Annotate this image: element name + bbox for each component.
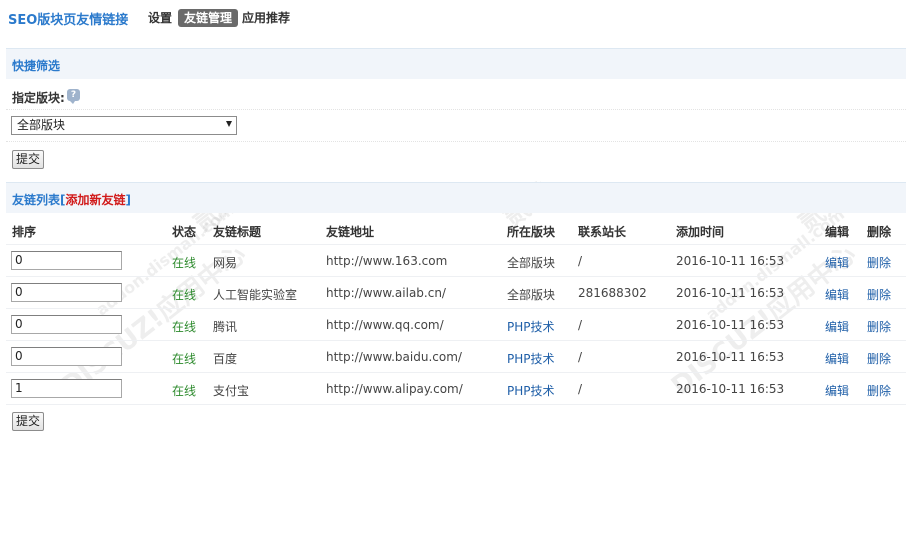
order-input[interactable]: 0 (11, 315, 122, 334)
link-url: http://www.qq.com/ (326, 318, 444, 332)
column-header-contact: 联系站长 (578, 225, 627, 239)
divider (6, 109, 906, 110)
edit-link[interactable]: 编辑 (825, 286, 849, 303)
quick-filter-title: 快捷筛选 (12, 59, 61, 73)
divider (6, 141, 906, 142)
top-bar: SEO版块页友情链接 设置 友链管理 应用推荐 (0, 0, 910, 36)
added-time: 2016-10-11 16:53 (676, 318, 785, 332)
edit-link[interactable]: 编辑 (825, 318, 849, 335)
contact: / (578, 382, 583, 396)
add-new-link-button[interactable]: 添加新友链 (66, 193, 126, 207)
order-input[interactable]: 1 (11, 379, 122, 398)
added-time: 2016-10-11 16:53 (676, 382, 785, 396)
nav-tab-settings[interactable]: 设置 (148, 10, 172, 27)
forum-link[interactable]: PHP技术 (507, 382, 555, 399)
table-row: 1 在线 支付宝 http://www.alipay.com/ PHP技术 / … (6, 373, 906, 405)
quick-filter-header: 快捷筛选 (6, 48, 906, 79)
help-bubble-icon[interactable]: ? (67, 89, 80, 104)
bracket-close: ] (125, 193, 131, 207)
contact: / (578, 350, 583, 364)
order-input[interactable]: 0 (11, 251, 122, 270)
status-text: 在线 (172, 256, 197, 270)
forum-name: 全部版块 (507, 256, 556, 270)
table-row: 0 在线 人工智能实验室 http://www.ailab.cn/ 全部版块 2… (6, 277, 906, 309)
forum-select-value: 全部版块 (17, 118, 66, 132)
forum-link[interactable]: PHP技术 (507, 350, 555, 367)
column-header-edit: 编辑 (825, 225, 850, 239)
list-submit-button[interactable]: 提交 (12, 412, 44, 431)
table-row: 0 在线 腾讯 http://www.qq.com/ PHP技术 / 2016-… (6, 309, 906, 341)
column-header-forum: 所在版块 (507, 225, 556, 239)
link-title: 腾讯 (213, 320, 238, 334)
link-url: http://www.ailab.cn/ (326, 286, 446, 300)
added-time: 2016-10-11 16:53 (676, 350, 785, 364)
column-header-delete: 删除 (867, 225, 892, 239)
filter-submit-button[interactable]: 提交 (12, 150, 44, 169)
order-input[interactable]: 0 (11, 347, 122, 366)
column-header-title: 友链标题 (213, 225, 262, 239)
column-header-url: 友链地址 (326, 225, 375, 239)
contact: / (578, 318, 583, 332)
link-url: http://www.baidu.com/ (326, 350, 462, 364)
forum-select[interactable]: 全部版块 (11, 116, 237, 135)
link-title: 支付宝 (213, 384, 250, 398)
link-url: http://www.163.com (326, 254, 448, 268)
forum-filter-label: 指定版块: (12, 91, 65, 105)
status-text: 在线 (172, 320, 197, 334)
link-url: http://www.alipay.com/ (326, 382, 463, 396)
link-title: 百度 (213, 352, 238, 366)
link-title: 网易 (213, 256, 238, 270)
edit-link[interactable]: 编辑 (825, 350, 849, 367)
app-title: SEO版块页友情链接 (8, 13, 129, 28)
table-row: 0 在线 百度 http://www.baidu.com/ PHP技术 / 20… (6, 341, 906, 373)
added-time: 2016-10-11 16:53 (676, 254, 785, 268)
dropdown-arrow-icon (226, 121, 232, 127)
nav-tab-link-management[interactable]: 友链管理 (178, 9, 239, 27)
column-header-order: 排序 (12, 225, 37, 239)
link-list-title-text: 友链列表 (12, 193, 61, 207)
forum-name: 全部版块 (507, 288, 556, 302)
delete-link[interactable]: 删除 (867, 286, 891, 303)
edit-link[interactable]: 编辑 (825, 254, 849, 271)
link-list-header: 友链列表[添加新友链] (6, 182, 906, 213)
status-text: 在线 (172, 352, 197, 366)
nav-tab-app-recommend[interactable]: 应用推荐 (242, 10, 290, 27)
order-input[interactable]: 0 (11, 283, 122, 302)
status-text: 在线 (172, 384, 197, 398)
forum-link[interactable]: PHP技术 (507, 318, 555, 335)
contact: / (578, 254, 583, 268)
link-list-title: 友链列表[添加新友链] (12, 191, 131, 208)
delete-link[interactable]: 删除 (867, 382, 891, 399)
table-row: 0 在线 网易 http://www.163.com 全部版块 / 2016-1… (6, 245, 906, 277)
contact: 281688302 (578, 286, 647, 300)
added-time: 2016-10-11 16:53 (676, 286, 785, 300)
delete-link[interactable]: 删除 (867, 318, 891, 335)
delete-link[interactable]: 删除 (867, 350, 891, 367)
edit-link[interactable]: 编辑 (825, 382, 849, 399)
column-header-time: 添加时间 (676, 225, 725, 239)
status-text: 在线 (172, 288, 197, 302)
column-header-status: 状态 (172, 225, 197, 239)
delete-link[interactable]: 删除 (867, 254, 891, 271)
link-title: 人工智能实验室 (213, 288, 298, 302)
